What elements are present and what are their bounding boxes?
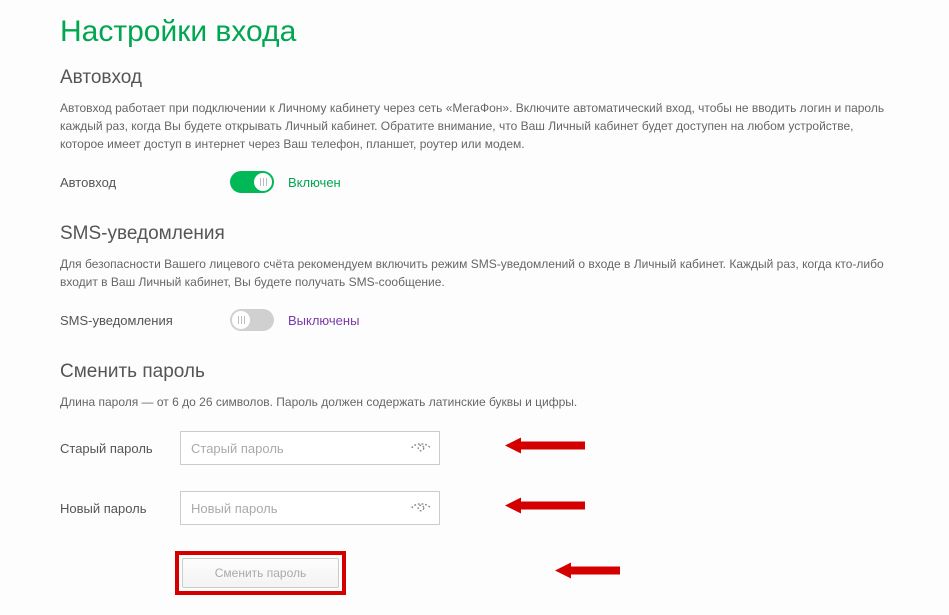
old-password-label: Старый пароль xyxy=(60,441,180,456)
sms-toggle[interactable] xyxy=(230,309,274,331)
old-password-input[interactable] xyxy=(180,431,440,465)
highlight-box-annotation: Сменить пароль xyxy=(175,551,346,595)
sms-label: SMS-уведомления xyxy=(60,313,230,328)
toggle-knob-icon xyxy=(232,311,250,329)
password-description: Длина пароля — от 6 до 26 символов. Паро… xyxy=(60,395,889,409)
page-title: Настройки входа xyxy=(60,15,889,49)
new-password-input[interactable] xyxy=(180,491,440,525)
autologin-state: Включен xyxy=(288,175,341,190)
toggle-knob-icon xyxy=(254,173,272,191)
eye-icon[interactable] xyxy=(410,500,432,516)
sms-section-title: SMS-уведомления xyxy=(60,223,889,245)
sms-description: Для безопасности Вашего лицевого счёта р… xyxy=(60,255,889,291)
autologin-description: Автовход работает при подключении к Личн… xyxy=(60,99,889,153)
new-password-label: Новый пароль xyxy=(60,501,180,516)
autologin-label: Автовход xyxy=(60,175,230,190)
arrow-annotation-icon xyxy=(505,437,585,460)
eye-icon[interactable] xyxy=(410,440,432,456)
change-password-button[interactable]: Сменить пароль xyxy=(182,558,339,588)
arrow-annotation-icon xyxy=(555,562,620,585)
autologin-section-title: Автовход xyxy=(60,67,889,89)
sms-state: Выключены xyxy=(288,313,359,328)
arrow-annotation-icon xyxy=(505,497,585,520)
password-section-title: Сменить пароль xyxy=(60,361,889,383)
autologin-toggle[interactable] xyxy=(230,171,274,193)
